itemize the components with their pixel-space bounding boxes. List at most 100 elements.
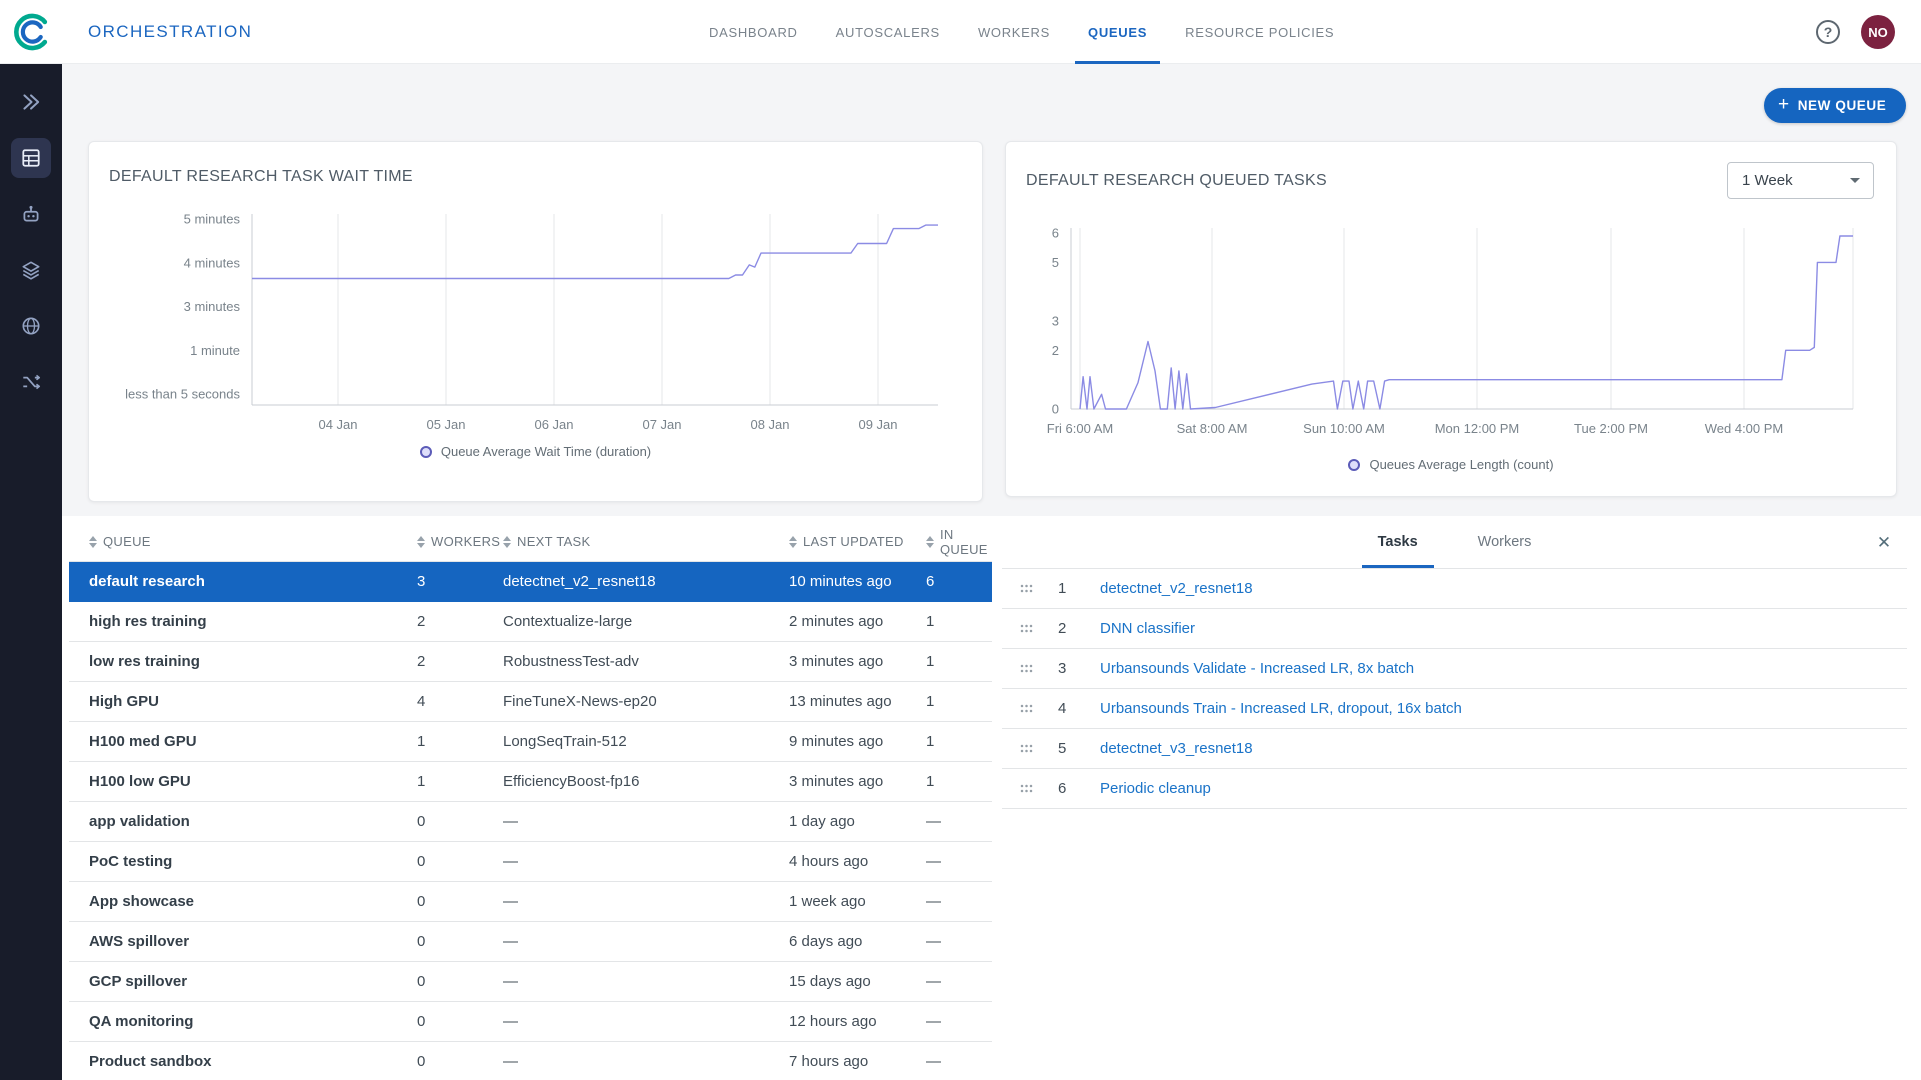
queue-row-app-showcase[interactable]: App showcase0—1 week ago—: [69, 882, 992, 922]
task-link[interactable]: Periodic cleanup: [1100, 780, 1907, 797]
new-queue-button[interactable]: + NEW QUEUE: [1764, 88, 1906, 123]
last-updated: 15 days ago: [777, 973, 914, 990]
sidebar-item-globe[interactable]: [11, 306, 51, 346]
avatar[interactable]: NO: [1861, 15, 1895, 49]
task-row: 4Urbansounds Train - Increased LR, dropo…: [1002, 688, 1907, 728]
queue-row-h100-med-gpu[interactable]: H100 med GPU1LongSeqTrain-5129 minutes a…: [69, 722, 992, 762]
next-task: Contextualize-large: [491, 613, 777, 630]
column-header-in-queue[interactable]: IN QUEUE: [914, 527, 992, 557]
last-updated: 13 minutes ago: [777, 693, 914, 710]
drag-handle-icon[interactable]: [1020, 743, 1058, 754]
in-queue-count: —: [914, 813, 992, 830]
queue-row-low-res-training[interactable]: low res training2RobustnessTest-adv3 min…: [69, 642, 992, 682]
task-link[interactable]: DNN classifier: [1100, 620, 1907, 637]
column-header-queue[interactable]: QUEUE: [69, 534, 405, 549]
layers-icon: [20, 259, 42, 281]
sort-icon[interactable]: [503, 536, 511, 548]
svg-text:Fri 6:00 AM: Fri 6:00 AM: [1047, 421, 1113, 436]
sidebar-item-layers[interactable]: [11, 250, 51, 290]
next-task: —: [491, 1013, 777, 1030]
in-queue-count: 1: [914, 693, 992, 710]
queue-row-gcp-spillover[interactable]: GCP spillover0—15 days ago—: [69, 962, 992, 1002]
nav-autoscalers[interactable]: AUTOSCALERS: [817, 0, 959, 64]
task-position: 6: [1058, 780, 1100, 797]
drag-handle-icon[interactable]: [1020, 783, 1058, 794]
drag-handle-icon[interactable]: [1020, 583, 1058, 594]
task-link[interactable]: detectnet_v3_resnet18: [1100, 740, 1907, 757]
queues-table-header: QUEUEWORKERSNEXT TASKLAST UPDATEDIN QUEU…: [69, 522, 992, 562]
task-row: 1detectnet_v2_resnet18: [1002, 568, 1907, 608]
nav-dashboard[interactable]: DASHBOARD: [690, 0, 817, 64]
task-link[interactable]: Urbansounds Train - Increased LR, dropou…: [1100, 700, 1907, 717]
page-title: ORCHESTRATION: [88, 0, 252, 64]
in-queue-count: 6: [914, 573, 992, 590]
queue-row-h100-low-gpu[interactable]: H100 low GPU1EfficiencyBoost-fp163 minut…: [69, 762, 992, 802]
tab-tasks[interactable]: Tasks: [1352, 516, 1444, 568]
queues-icon: [20, 147, 42, 169]
drag-handle-icon[interactable]: [1020, 623, 1058, 634]
svg-text:less than 5 seconds: less than 5 seconds: [125, 387, 240, 402]
in-queue-count: —: [914, 973, 992, 990]
queue-row-app-validation[interactable]: app validation0—1 day ago—: [69, 802, 992, 842]
sidebar: [0, 64, 62, 1080]
queue-name: AWS spillover: [69, 933, 405, 950]
in-queue-count: 1: [914, 613, 992, 630]
drag-handle-icon[interactable]: [1020, 703, 1058, 714]
svg-text:07 Jan: 07 Jan: [642, 417, 681, 432]
orchestration-page: ORCHESTRATION DASHBOARDAUTOSCALERSWORKER…: [0, 0, 1921, 1080]
workers-count: 2: [405, 653, 491, 670]
queue-name: App showcase: [69, 893, 405, 910]
help-icon[interactable]: ?: [1816, 20, 1840, 44]
sidebar-item-launch[interactable]: [11, 82, 51, 122]
next-task: LongSeqTrain-512: [491, 733, 777, 750]
queue-row-default-research[interactable]: default research3detectnet_v2_resnet1810…: [69, 562, 992, 602]
close-icon[interactable]: ✕: [1871, 530, 1897, 556]
nav-queues[interactable]: QUEUES: [1069, 0, 1166, 64]
task-position: 4: [1058, 700, 1100, 717]
queue-name: H100 med GPU: [69, 733, 405, 750]
in-queue-count: 1: [914, 773, 992, 790]
wait-time-legend[interactable]: Queue Average Wait Time (duration): [89, 444, 982, 459]
sidebar-item-workers[interactable]: [11, 194, 51, 234]
last-updated: 4 hours ago: [777, 853, 914, 870]
svg-text:5: 5: [1052, 255, 1059, 270]
sort-icon[interactable]: [926, 536, 934, 548]
last-updated: 12 hours ago: [777, 1013, 914, 1030]
clearml-logo-icon[interactable]: [10, 10, 54, 54]
queue-row-poc-testing[interactable]: PoC testing0—4 hours ago—: [69, 842, 992, 882]
column-header-last-updated[interactable]: LAST UPDATED: [777, 534, 914, 549]
task-link[interactable]: Urbansounds Validate - Increased LR, 8x …: [1100, 660, 1907, 677]
legend-marker-icon: [1348, 459, 1360, 471]
queue-row-qa-monitoring[interactable]: QA monitoring0—12 hours ago—: [69, 1002, 992, 1042]
next-task: —: [491, 813, 777, 830]
in-queue-count: —: [914, 853, 992, 870]
nav-resource-policies[interactable]: RESOURCE POLICIES: [1166, 0, 1353, 64]
workers-count: 4: [405, 693, 491, 710]
workers-count: 0: [405, 893, 491, 910]
nav-workers[interactable]: WORKERS: [959, 0, 1069, 64]
last-updated: 9 minutes ago: [777, 733, 914, 750]
top-nav: DASHBOARDAUTOSCALERSWORKERSQUEUESRESOURC…: [690, 0, 1353, 64]
queue-row-high-res-training[interactable]: high res training2Contextualize-large2 m…: [69, 602, 992, 642]
queue-name: default research: [69, 573, 405, 590]
sidebar-item-queues[interactable]: [11, 138, 51, 178]
tab-workers[interactable]: Workers: [1452, 516, 1558, 568]
queue-name: high res training: [69, 613, 405, 630]
queue-row-aws-spillover[interactable]: AWS spillover0—6 days ago—: [69, 922, 992, 962]
task-link[interactable]: detectnet_v2_resnet18: [1100, 580, 1907, 597]
next-task: —: [491, 973, 777, 990]
column-header-workers[interactable]: WORKERS: [405, 534, 491, 549]
queue-row-high-gpu[interactable]: High GPU4FineTuneX-News-ep2013 minutes a…: [69, 682, 992, 722]
sort-icon[interactable]: [417, 536, 425, 548]
queued-tasks-legend[interactable]: Queues Average Length (count): [1006, 457, 1896, 472]
queue-row-product-sandbox[interactable]: Product sandbox0—7 hours ago—: [69, 1042, 992, 1080]
sort-icon[interactable]: [89, 536, 97, 548]
svg-text:Sat 8:00 AM: Sat 8:00 AM: [1177, 421, 1248, 436]
sort-icon[interactable]: [789, 536, 797, 548]
column-header-next-task[interactable]: NEXT TASK: [491, 534, 777, 549]
task-position: 3: [1058, 660, 1100, 677]
queued-tasks-legend-label: Queues Average Length (count): [1369, 457, 1553, 472]
sidebar-item-pipelines[interactable]: [11, 362, 51, 402]
next-task: RobustnessTest-adv: [491, 653, 777, 670]
drag-handle-icon[interactable]: [1020, 663, 1058, 674]
